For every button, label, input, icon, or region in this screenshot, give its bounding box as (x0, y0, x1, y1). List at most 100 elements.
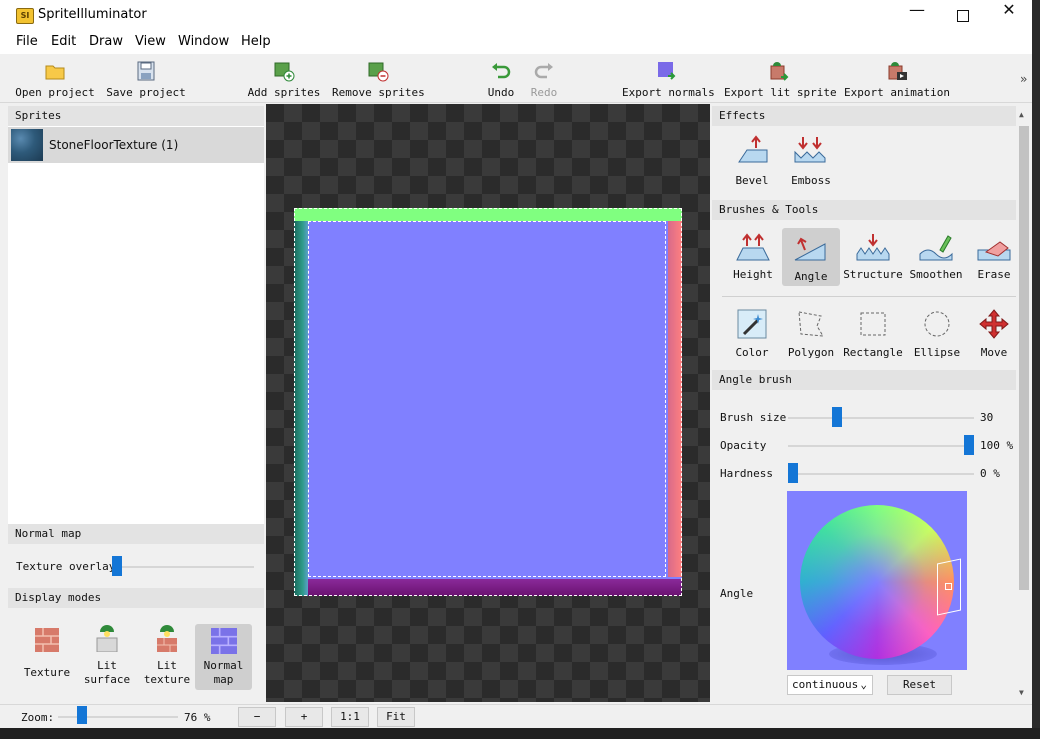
brush-size-slider-thumb[interactable] (832, 407, 842, 427)
angle-brush[interactable]: Angle (782, 228, 840, 286)
magic-wand-icon (737, 309, 767, 339)
sprite-canvas[interactable] (266, 104, 710, 702)
tools-panel: Effects Bevel Emboss Brushes & Tools Hei… (712, 106, 1016, 702)
angle-handle[interactable] (945, 583, 952, 590)
toolbar-overflow-icon[interactable]: » (1020, 72, 1027, 86)
texture-overlay-slider-thumb[interactable] (112, 556, 122, 576)
zoom-out-button[interactable]: − (238, 707, 276, 727)
save-project-button[interactable]: Save project (106, 58, 186, 100)
zoom-slider-thumb[interactable] (76, 706, 87, 724)
rectangle-tool[interactable]: Rectangle (843, 304, 903, 360)
emboss-label: Emboss (791, 174, 831, 187)
display-mode-lit-texture[interactable]: Lit texture (136, 622, 198, 690)
display-mode-normal-map-label: Normal map (203, 659, 244, 686)
display-mode-texture[interactable]: Texture (16, 622, 78, 690)
opacity-slider-thumb[interactable] (964, 435, 974, 455)
redo-label: Redo (530, 86, 558, 99)
export-animation-icon (888, 62, 907, 80)
erase-brush[interactable]: Erase (974, 228, 1014, 284)
texture-overlay-slider-track[interactable] (116, 566, 254, 568)
zoom-1-1-button[interactable]: 1:1 (331, 707, 369, 727)
angle-brush-header: Angle brush (712, 370, 1016, 390)
export-animation-button[interactable]: Export animation (844, 58, 950, 100)
redo-button[interactable]: Redo (526, 58, 562, 100)
normal-map-sprite[interactable] (294, 208, 682, 596)
display-mode-normal-map[interactable]: Normal map (195, 624, 252, 690)
export-lit-sprite-button[interactable]: Export lit sprite (724, 58, 837, 100)
export-lit-sprite-icon (770, 62, 789, 81)
export-normals-button[interactable]: Export normals (622, 58, 715, 100)
scroll-up-icon[interactable]: ▲ (1019, 110, 1024, 119)
zoom-in-button[interactable]: + (285, 707, 323, 727)
brush-size-slider-track[interactable] (788, 417, 974, 419)
smoothen-label: Smoothen (909, 268, 963, 281)
angle-icon (794, 237, 826, 261)
menu-window[interactable]: Window (178, 34, 229, 49)
move-tool[interactable]: Move (974, 304, 1014, 360)
smoothen-brush[interactable]: Smoothen (910, 228, 962, 284)
display-modes-header: Display modes (8, 588, 264, 608)
opacity-value: 100 % (980, 439, 1014, 452)
emboss-icon (794, 137, 826, 163)
hardness-slider-track[interactable] (788, 473, 974, 475)
emboss-tool[interactable]: Emboss (790, 134, 832, 190)
undo-label: Undo (487, 86, 515, 99)
move-label: Move (980, 346, 1008, 359)
rectangle-label: Rectangle (843, 346, 903, 359)
minimize-button[interactable]: — (894, 0, 940, 31)
remove-sprites-button[interactable]: Remove sprites (332, 58, 425, 100)
sprite-list-item[interactable]: StoneFloorTexture (1) (8, 127, 264, 163)
move-arrows-icon (979, 309, 1009, 339)
bevel-label: Bevel (735, 174, 769, 187)
opacity-slider-track[interactable] (788, 445, 974, 447)
display-mode-lit-surface-label: Lit surface (83, 659, 131, 686)
maximize-icon (957, 10, 969, 22)
zoom-value: 76 % (184, 711, 211, 724)
hardness-value: 0 % (980, 467, 1000, 480)
mode-select-value: continuous (792, 678, 859, 691)
zoom-label: Zoom: (21, 711, 55, 724)
menu-help[interactable]: Help (241, 34, 271, 49)
chevron-down-icon: ⌄ (860, 678, 867, 691)
scrollbar-thumb[interactable] (1019, 126, 1029, 590)
height-icon (736, 233, 770, 261)
export-animation-label: Export animation (844, 86, 950, 99)
undo-button[interactable]: Undo (482, 58, 520, 100)
hardness-slider-thumb[interactable] (788, 463, 798, 483)
open-project-label: Open project (15, 86, 95, 99)
zoom-fit-button[interactable]: Fit (377, 707, 415, 727)
window-title: SpriteIlluminator (38, 7, 147, 22)
mode-select[interactable]: continuous ⌄ (787, 675, 873, 695)
display-mode-lit-surface[interactable]: Lit surface (76, 622, 138, 690)
brushes-tools-header: Brushes & Tools (712, 200, 1016, 220)
polygon-select-icon (798, 311, 824, 337)
ellipse-tool[interactable]: Ellipse (914, 304, 960, 360)
angle-sphere-picker[interactable] (787, 491, 967, 670)
height-brush[interactable]: Height (732, 228, 774, 284)
app-window: SI SpriteIlluminator — ✕ File Edit Draw … (0, 0, 1032, 739)
close-button[interactable]: ✕ (986, 0, 1032, 31)
add-sprites-button[interactable]: Add sprites (246, 58, 322, 100)
open-project-button[interactable]: Open project (14, 58, 96, 100)
menu-edit[interactable]: Edit (51, 34, 76, 49)
sprites-header: Sprites (8, 106, 264, 126)
tools-scrollbar[interactable]: ▲ ▼ (1016, 106, 1032, 702)
structure-brush[interactable]: Structure (843, 228, 903, 284)
brush-size-value: 30 (980, 411, 994, 424)
menu-file[interactable]: File (16, 34, 38, 49)
reset-button[interactable]: Reset (887, 675, 952, 695)
color-tool[interactable]: Color (732, 304, 772, 360)
export-normals-icon (658, 62, 676, 80)
angle-picker-label: Angle (720, 587, 754, 600)
normal-map-icon (211, 628, 237, 654)
scroll-down-icon[interactable]: ▼ (1019, 688, 1024, 697)
menu-view[interactable]: View (135, 34, 166, 49)
maximize-button[interactable] (940, 0, 986, 31)
menu-draw[interactable]: Draw (89, 34, 123, 49)
bevel-tool[interactable]: Bevel (732, 134, 772, 190)
floppy-icon (137, 61, 155, 81)
remove-sprites-label: Remove sprites (332, 86, 425, 99)
polygon-tool[interactable]: Polygon (788, 304, 834, 360)
rectangle-select-icon (860, 312, 886, 336)
bevel-icon (738, 135, 768, 163)
